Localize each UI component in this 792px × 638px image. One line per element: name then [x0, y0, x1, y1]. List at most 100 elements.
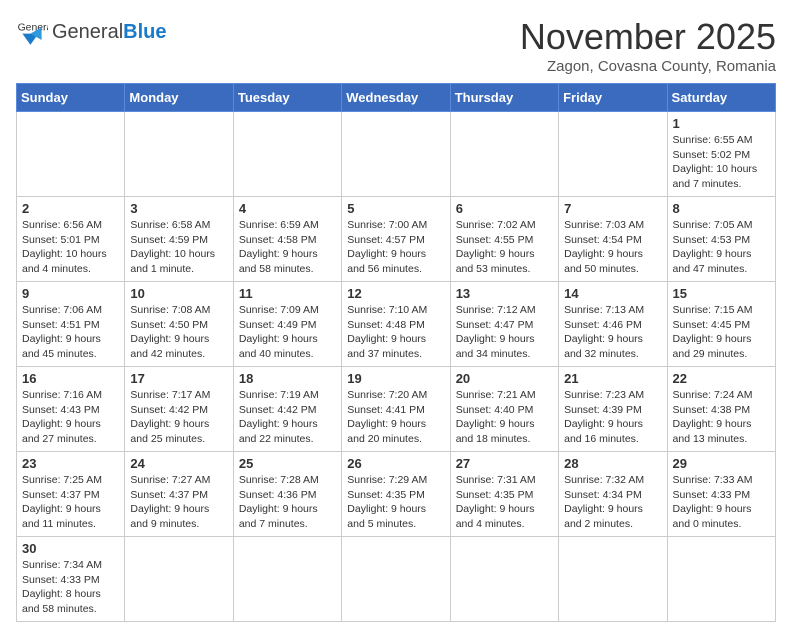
calendar-cell: 16 Sunrise: 7:16 AM Sunset: 4:43 PM Dayli…	[17, 367, 125, 452]
calendar-dow-thursday: Thursday	[450, 84, 558, 112]
day-number: 21	[564, 371, 661, 386]
day-info: Sunrise: 7:05 AM Sunset: 4:53 PM Dayligh…	[673, 218, 770, 277]
calendar-cell: 23 Sunrise: 7:25 AM Sunset: 4:37 PM Dayli…	[17, 452, 125, 537]
calendar-table: SundayMondayTuesdayWednesdayThursdayFrid…	[16, 83, 776, 622]
calendar-cell: 21 Sunrise: 7:23 AM Sunset: 4:39 PM Dayli…	[559, 367, 667, 452]
day-number: 7	[564, 201, 661, 216]
day-info: Sunrise: 7:27 AM Sunset: 4:37 PM Dayligh…	[130, 473, 227, 532]
calendar-cell	[125, 537, 233, 622]
calendar-week-row: 23 Sunrise: 7:25 AM Sunset: 4:37 PM Dayli…	[17, 452, 776, 537]
calendar-dow-monday: Monday	[125, 84, 233, 112]
day-number: 2	[22, 201, 119, 216]
calendar-dow-friday: Friday	[559, 84, 667, 112]
calendar-cell: 2 Sunrise: 6:56 AM Sunset: 5:01 PM Daylig…	[17, 197, 125, 282]
day-info: Sunrise: 7:09 AM Sunset: 4:49 PM Dayligh…	[239, 303, 336, 362]
logo: General GeneralBlue	[16, 16, 167, 48]
day-number: 19	[347, 371, 444, 386]
calendar-cell: 20 Sunrise: 7:21 AM Sunset: 4:40 PM Dayli…	[450, 367, 558, 452]
day-number: 29	[673, 456, 770, 471]
calendar-cell	[233, 112, 341, 197]
calendar-cell: 11 Sunrise: 7:09 AM Sunset: 4:49 PM Dayli…	[233, 282, 341, 367]
day-number: 26	[347, 456, 444, 471]
day-number: 30	[22, 541, 119, 556]
calendar-cell: 9 Sunrise: 7:06 AM Sunset: 4:51 PM Daylig…	[17, 282, 125, 367]
calendar-cell: 19 Sunrise: 7:20 AM Sunset: 4:41 PM Dayli…	[342, 367, 450, 452]
calendar-cell	[342, 112, 450, 197]
day-info: Sunrise: 6:55 AM Sunset: 5:02 PM Dayligh…	[673, 133, 770, 192]
day-number: 16	[22, 371, 119, 386]
day-number: 6	[456, 201, 553, 216]
day-number: 13	[456, 286, 553, 301]
day-number: 11	[239, 286, 336, 301]
calendar-cell: 24 Sunrise: 7:27 AM Sunset: 4:37 PM Dayli…	[125, 452, 233, 537]
day-info: Sunrise: 7:10 AM Sunset: 4:48 PM Dayligh…	[347, 303, 444, 362]
day-info: Sunrise: 7:08 AM Sunset: 4:50 PM Dayligh…	[130, 303, 227, 362]
day-number: 5	[347, 201, 444, 216]
day-info: Sunrise: 7:03 AM Sunset: 4:54 PM Dayligh…	[564, 218, 661, 277]
generalblue-icon: General	[16, 16, 48, 48]
month-title: November 2025	[520, 16, 776, 58]
day-info: Sunrise: 7:31 AM Sunset: 4:35 PM Dayligh…	[456, 473, 553, 532]
day-info: Sunrise: 7:32 AM Sunset: 4:34 PM Dayligh…	[564, 473, 661, 532]
day-info: Sunrise: 7:20 AM Sunset: 4:41 PM Dayligh…	[347, 388, 444, 447]
calendar-cell: 5 Sunrise: 7:00 AM Sunset: 4:57 PM Daylig…	[342, 197, 450, 282]
day-info: Sunrise: 7:17 AM Sunset: 4:42 PM Dayligh…	[130, 388, 227, 447]
calendar-cell	[450, 537, 558, 622]
day-info: Sunrise: 7:16 AM Sunset: 4:43 PM Dayligh…	[22, 388, 119, 447]
location-subtitle: Zagon, Covasna County, Romania	[520, 58, 776, 75]
calendar-cell: 22 Sunrise: 7:24 AM Sunset: 4:38 PM Dayli…	[667, 367, 775, 452]
calendar-cell: 7 Sunrise: 7:03 AM Sunset: 4:54 PM Daylig…	[559, 197, 667, 282]
calendar-cell: 3Sunrise: 6:58 AM Sunset: 4:59 PM Daylig…	[125, 197, 233, 282]
calendar-cell: 1 Sunrise: 6:55 AM Sunset: 5:02 PM Daylig…	[667, 112, 775, 197]
day-number: 14	[564, 286, 661, 301]
calendar-cell: 26 Sunrise: 7:29 AM Sunset: 4:35 PM Dayli…	[342, 452, 450, 537]
calendar-cell: 10Sunrise: 7:08 AM Sunset: 4:50 PM Dayli…	[125, 282, 233, 367]
calendar-cell: 25Sunrise: 7:28 AM Sunset: 4:36 PM Dayli…	[233, 452, 341, 537]
day-number: 15	[673, 286, 770, 301]
day-info: Sunrise: 6:56 AM Sunset: 5:01 PM Dayligh…	[22, 218, 119, 277]
day-number: 1	[673, 116, 770, 131]
day-number: 4	[239, 201, 336, 216]
logo-general-text: General	[52, 21, 123, 44]
day-info: Sunrise: 7:25 AM Sunset: 4:37 PM Dayligh…	[22, 473, 119, 532]
calendar-dow-tuesday: Tuesday	[233, 84, 341, 112]
calendar-cell: 14 Sunrise: 7:13 AM Sunset: 4:46 PM Dayli…	[559, 282, 667, 367]
day-number: 23	[22, 456, 119, 471]
day-info: Sunrise: 7:33 AM Sunset: 4:33 PM Dayligh…	[673, 473, 770, 532]
day-info: Sunrise: 7:06 AM Sunset: 4:51 PM Dayligh…	[22, 303, 119, 362]
day-info: Sunrise: 7:00 AM Sunset: 4:57 PM Dayligh…	[347, 218, 444, 277]
day-info: Sunrise: 7:29 AM Sunset: 4:35 PM Dayligh…	[347, 473, 444, 532]
day-info: Sunrise: 7:13 AM Sunset: 4:46 PM Dayligh…	[564, 303, 661, 362]
day-number: 20	[456, 371, 553, 386]
day-info: Sunrise: 7:34 AM Sunset: 4:33 PM Dayligh…	[22, 558, 119, 617]
calendar-cell: 4Sunrise: 6:59 AM Sunset: 4:58 PM Daylig…	[233, 197, 341, 282]
day-number: 9	[22, 286, 119, 301]
day-number: 22	[673, 371, 770, 386]
calendar-cell	[559, 112, 667, 197]
day-number: 24	[130, 456, 227, 471]
day-info: Sunrise: 7:19 AM Sunset: 4:42 PM Dayligh…	[239, 388, 336, 447]
calendar-header-row: SundayMondayTuesdayWednesdayThursdayFrid…	[17, 84, 776, 112]
calendar-week-row: 16 Sunrise: 7:16 AM Sunset: 4:43 PM Dayli…	[17, 367, 776, 452]
calendar-cell	[17, 112, 125, 197]
day-info: Sunrise: 7:02 AM Sunset: 4:55 PM Dayligh…	[456, 218, 553, 277]
calendar-cell	[450, 112, 558, 197]
day-number: 18	[239, 371, 336, 386]
calendar-week-row: 30 Sunrise: 7:34 AM Sunset: 4:33 PM Dayli…	[17, 537, 776, 622]
page-header: General GeneralBlue November 2025 Zagon,…	[16, 16, 776, 75]
svg-text:General: General	[18, 22, 48, 33]
calendar-week-row: 9 Sunrise: 7:06 AM Sunset: 4:51 PM Daylig…	[17, 282, 776, 367]
calendar-cell: 18 Sunrise: 7:19 AM Sunset: 4:42 PM Dayli…	[233, 367, 341, 452]
calendar-week-row: 2 Sunrise: 6:56 AM Sunset: 5:01 PM Daylig…	[17, 197, 776, 282]
day-number: 25	[239, 456, 336, 471]
calendar-cell: 6 Sunrise: 7:02 AM Sunset: 4:55 PM Daylig…	[450, 197, 558, 282]
day-info: Sunrise: 7:24 AM Sunset: 4:38 PM Dayligh…	[673, 388, 770, 447]
calendar-cell: 29 Sunrise: 7:33 AM Sunset: 4:33 PM Dayli…	[667, 452, 775, 537]
title-area: November 2025 Zagon, Covasna County, Rom…	[520, 16, 776, 75]
calendar-cell: 27Sunrise: 7:31 AM Sunset: 4:35 PM Dayli…	[450, 452, 558, 537]
calendar-cell: 17Sunrise: 7:17 AM Sunset: 4:42 PM Dayli…	[125, 367, 233, 452]
day-info: Sunrise: 7:21 AM Sunset: 4:40 PM Dayligh…	[456, 388, 553, 447]
day-info: Sunrise: 7:23 AM Sunset: 4:39 PM Dayligh…	[564, 388, 661, 447]
calendar-cell: 28Sunrise: 7:32 AM Sunset: 4:34 PM Dayli…	[559, 452, 667, 537]
day-info: Sunrise: 7:15 AM Sunset: 4:45 PM Dayligh…	[673, 303, 770, 362]
